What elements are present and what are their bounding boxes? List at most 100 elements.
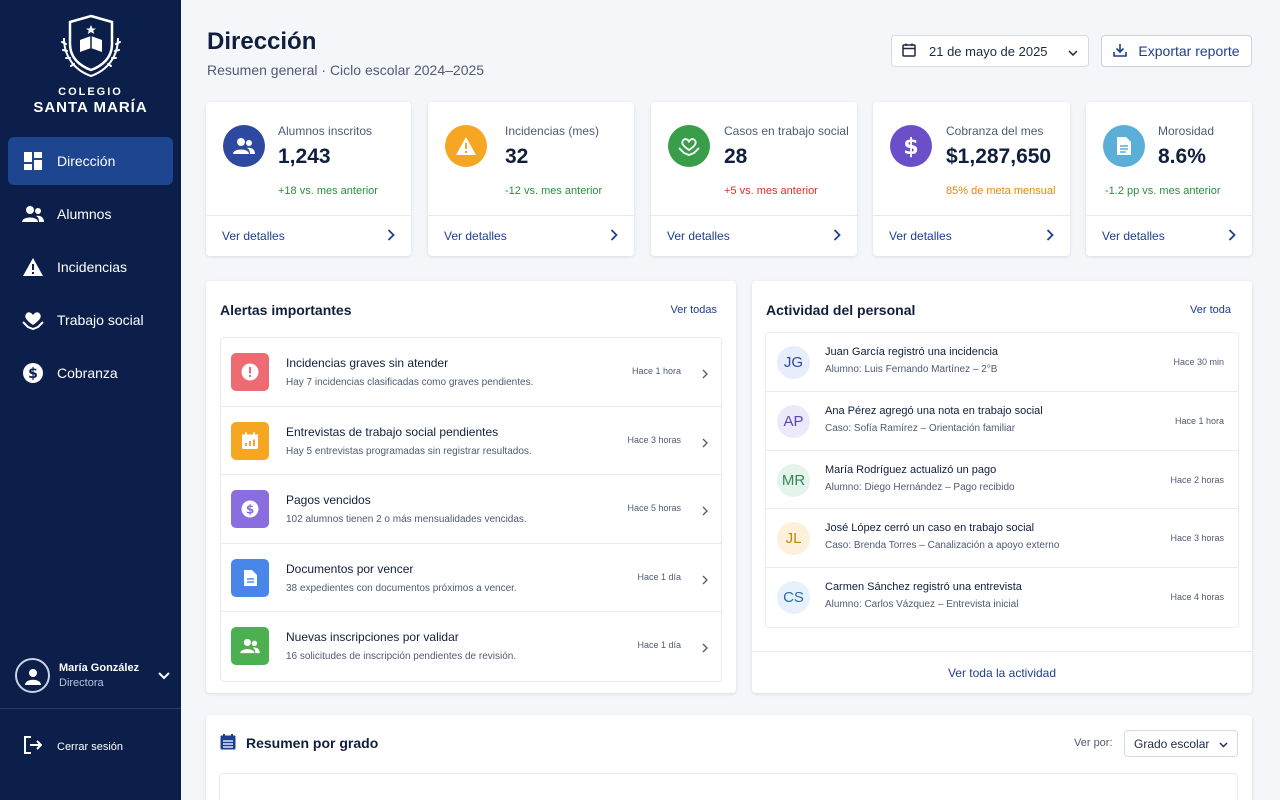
view-by-label: Ver por: bbox=[1074, 737, 1113, 749]
alert-item[interactable]: $ Pagos vencidos 102 alumnos tienen 2 o … bbox=[221, 475, 721, 544]
svg-text:$: $ bbox=[246, 503, 254, 517]
avatar bbox=[15, 658, 50, 693]
user-menu[interactable]: María González Directora bbox=[15, 658, 170, 693]
view-details-link[interactable]: Ver detalles bbox=[428, 215, 634, 256]
sidebar-item-label: Alumnos bbox=[57, 206, 112, 222]
sidebar-item-trabajo-social[interactable]: Trabajo social bbox=[8, 296, 173, 344]
stat-label: Incidencias (mes) bbox=[505, 124, 600, 138]
logout-icon bbox=[24, 736, 43, 757]
activity-item[interactable]: MR María Rodríguez actualizó un pago Alu… bbox=[766, 451, 1238, 510]
activity-item[interactable]: AP Ana Pérez agregó una nota en trabajo … bbox=[766, 392, 1238, 451]
activity-time: Hace 1 hora bbox=[1174, 415, 1224, 426]
view-all-activity-link[interactable]: Ver toda bbox=[1190, 304, 1231, 316]
stat-card-trabajo-social: Casos en trabajo social 28 +5 vs. mes an… bbox=[651, 102, 857, 256]
activity-item[interactable]: JL José López cerró un caso en trabajo s… bbox=[766, 509, 1238, 569]
chevron-right-icon bbox=[702, 435, 708, 453]
view-by-value: Grado escolar bbox=[1134, 736, 1210, 751]
alert-time: Hace 1 día bbox=[637, 640, 681, 651]
sidebar-item-alumnos[interactable]: Alumnos bbox=[8, 190, 173, 238]
stat-value: 1,243 bbox=[278, 145, 331, 168]
activity-description: Alumno: Carlos Vázquez – Entrevista inic… bbox=[825, 599, 1019, 611]
stat-change: 85% de meta mensual bbox=[946, 185, 1056, 197]
stat-label: Morosidad bbox=[1158, 124, 1215, 138]
activity-item[interactable]: CS Carmen Sánchez registró una entrevist… bbox=[766, 568, 1238, 627]
view-details-link[interactable]: Ver detalles bbox=[651, 215, 857, 256]
chevron-right-icon bbox=[702, 572, 708, 590]
school-name-line2: SANTA MARÍA bbox=[33, 99, 148, 116]
export-report-button[interactable]: Exportar reporte bbox=[1101, 35, 1252, 67]
view-details-link[interactable]: Ver detalles bbox=[873, 215, 1070, 256]
stat-card-incidencias: Incidencias (mes) 32 -12 vs. mes anterio… bbox=[428, 102, 634, 256]
page-subtitle: Resumen general · Ciclo escolar 2024–202… bbox=[207, 62, 485, 78]
user-name: María González bbox=[59, 662, 140, 674]
grade-summary-title: Resumen por grado bbox=[246, 735, 379, 751]
stat-label: Alumnos inscritos bbox=[278, 124, 373, 138]
chevron-right-icon bbox=[610, 228, 618, 244]
avatar: AP bbox=[777, 404, 810, 438]
grade-summary-table bbox=[219, 773, 1238, 800]
alert-description: 102 alumnos tienen 2 o más mensualidades… bbox=[286, 514, 527, 526]
users-icon bbox=[223, 125, 265, 167]
school-crest-icon bbox=[60, 14, 121, 78]
logout-button[interactable]: Cerrar sesión bbox=[24, 736, 123, 757]
alert-description: Hay 5 entrevistas programadas sin regist… bbox=[286, 445, 532, 457]
date-picker-value: 21 de mayo de 2025 bbox=[929, 43, 1048, 59]
alert-item[interactable]: Documentos por vencer 38 expedientes con… bbox=[221, 544, 721, 613]
view-details-label: Ver detalles bbox=[444, 229, 507, 243]
warning-icon bbox=[445, 125, 487, 167]
activity-description: Alumno: Diego Hernández – Pago recibido bbox=[825, 481, 1015, 493]
avatar: JL bbox=[777, 522, 810, 556]
user-role: Directora bbox=[59, 677, 104, 689]
activity-title: José López cerró un caso en trabajo soci… bbox=[825, 522, 1035, 535]
alert-title: Nuevas inscripciones por validar bbox=[286, 630, 459, 645]
stat-change: +18 vs. mes anterior bbox=[278, 185, 378, 197]
view-details-link[interactable]: Ver detalles bbox=[206, 215, 411, 256]
alert-title: Pagos vencidos bbox=[286, 493, 371, 508]
activity-time: Hace 30 min bbox=[1173, 357, 1224, 367]
alert-item[interactable]: Nuevas inscripciones por validar 16 soli… bbox=[221, 612, 721, 681]
chevron-right-icon bbox=[702, 640, 708, 658]
users-icon bbox=[22, 203, 44, 225]
alert-item[interactable]: Entrevistas de trabajo social pendientes… bbox=[221, 407, 721, 476]
calendar-list-icon bbox=[220, 734, 236, 755]
stat-change: -1.2 pp vs. mes anterior bbox=[1105, 185, 1221, 197]
heart-hands-icon bbox=[668, 125, 710, 167]
sidebar-item-label: Dirección bbox=[57, 153, 116, 169]
activity-item[interactable]: JG Juan García registró una incidencia A… bbox=[766, 333, 1238, 392]
view-by-select[interactable]: Grado escolar bbox=[1124, 730, 1238, 757]
sidebar-item-cobranza[interactable]: $ Cobranza bbox=[8, 349, 173, 397]
svg-text:$: $ bbox=[28, 366, 38, 382]
view-all-activity-button[interactable]: Ver toda la actividad bbox=[752, 651, 1252, 694]
alert-time: Hace 3 horas bbox=[627, 434, 681, 445]
alert-title: Entrevistas de trabajo social pendientes bbox=[286, 424, 499, 439]
alert-title: Documentos por vencer bbox=[286, 561, 414, 576]
stat-label: Casos en trabajo social bbox=[724, 124, 849, 138]
chevron-right-icon bbox=[702, 366, 708, 384]
activity-description: Alumno: Luis Fernando Martínez – 2°B bbox=[825, 364, 998, 375]
sidebar-item-incidencias[interactable]: Incidencias bbox=[8, 243, 173, 291]
alerts-list: Incidencias graves sin atender Hay 7 inc… bbox=[220, 337, 722, 682]
alert-item[interactable]: Incidencias graves sin atender Hay 7 inc… bbox=[221, 338, 721, 407]
chevron-down-icon[interactable] bbox=[158, 667, 170, 685]
stat-value: $1,287,650 bbox=[946, 145, 1052, 168]
dollar-icon: $ bbox=[890, 125, 932, 167]
alert-time: Hace 1 día bbox=[637, 571, 681, 582]
chevron-right-icon bbox=[387, 228, 395, 244]
stat-change: +5 vs. mes anterior bbox=[724, 185, 818, 197]
avatar: CS bbox=[777, 581, 810, 615]
avatar: JG bbox=[777, 346, 810, 379]
activity-title: Carmen Sánchez registró una entrevista bbox=[825, 581, 1022, 594]
activity-title: María Rodríguez actualizó un pago bbox=[825, 463, 997, 476]
stat-change: -12 vs. mes anterior bbox=[505, 185, 603, 197]
chevron-right-icon bbox=[1228, 228, 1236, 244]
view-details-link[interactable]: Ver detalles bbox=[1086, 215, 1252, 256]
sidebar: COLEGIO SANTA MARÍA Dirección Alumnos In… bbox=[0, 0, 181, 800]
view-all-alerts-link[interactable]: Ver todas bbox=[671, 304, 717, 316]
grade-summary-panel: Resumen por grado Ver por: Grado escolar bbox=[206, 715, 1252, 800]
document-icon bbox=[231, 558, 269, 597]
chevron-right-icon bbox=[702, 503, 708, 521]
sidebar-item-direccion[interactable]: Dirección bbox=[8, 137, 173, 185]
activity-time: Hace 4 horas bbox=[1170, 592, 1224, 603]
dollar-icon: $ bbox=[22, 362, 44, 384]
date-picker[interactable]: 21 de mayo de 2025 bbox=[891, 35, 1089, 67]
